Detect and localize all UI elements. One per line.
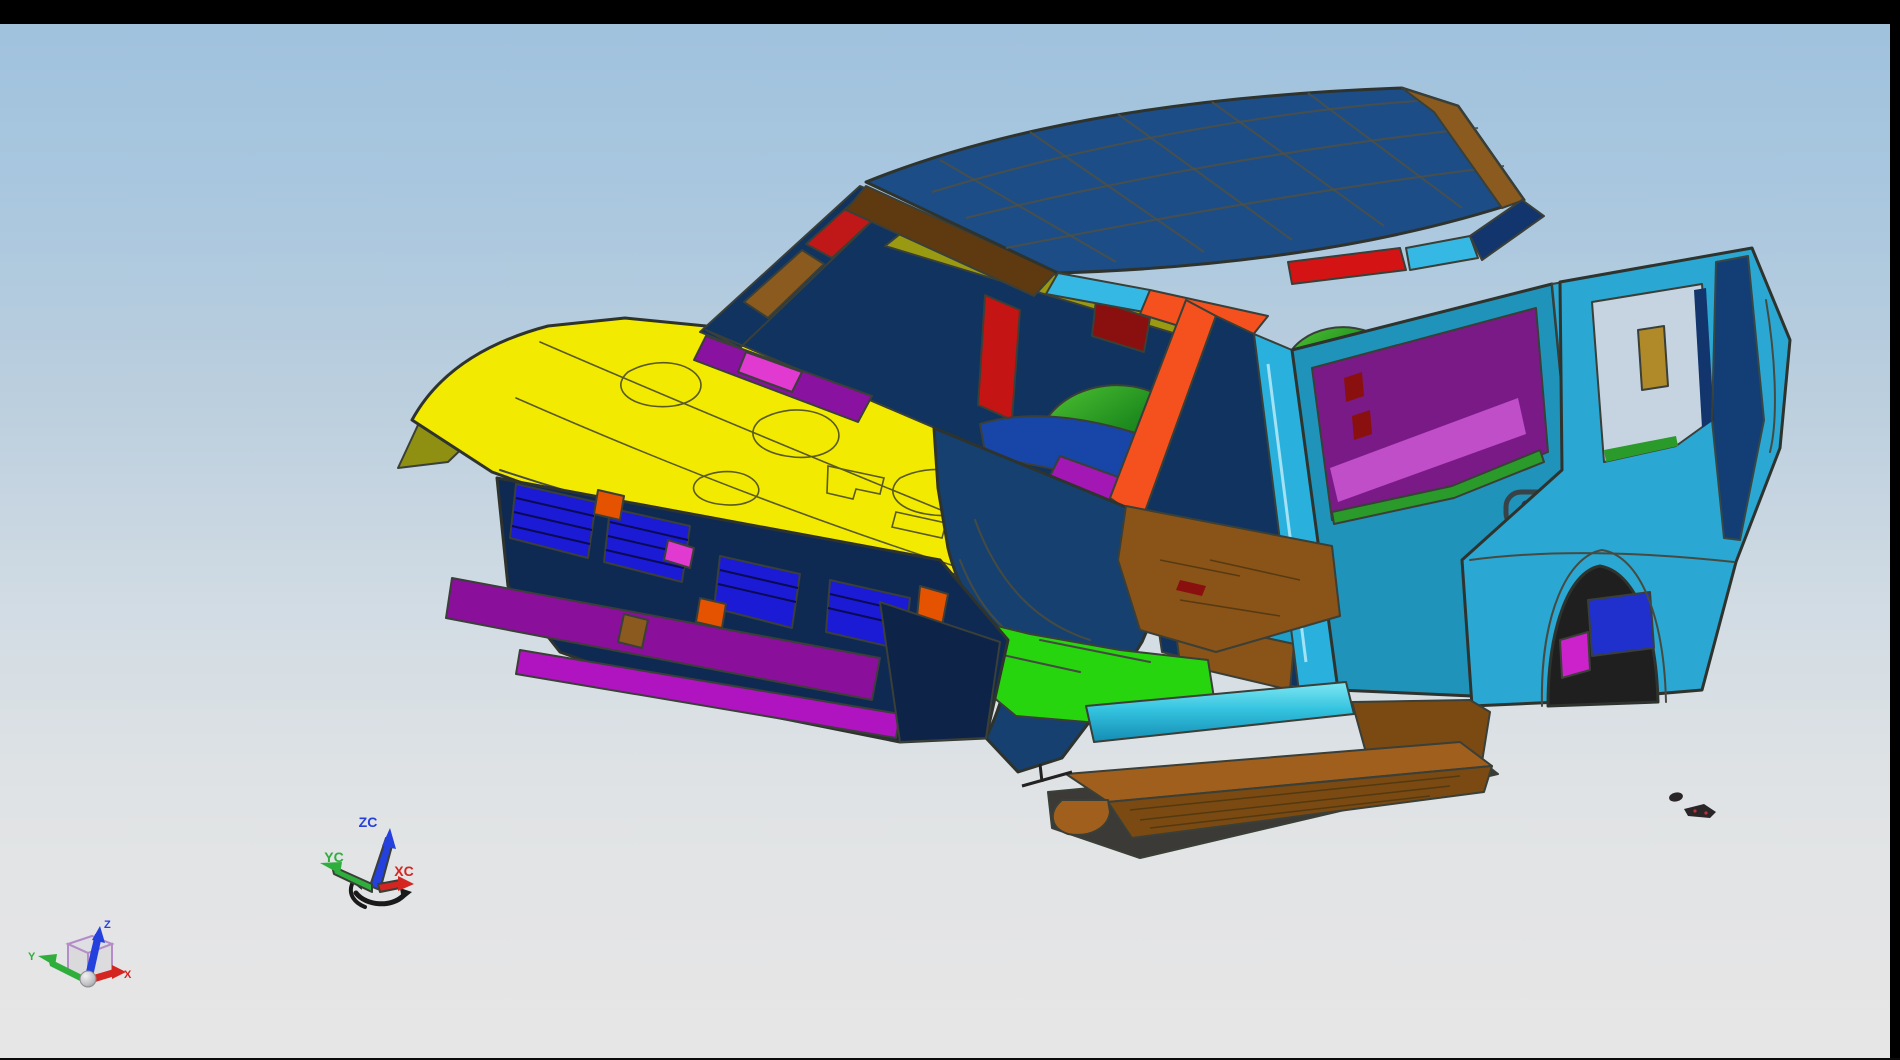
- car-model[interactable]: [398, 88, 1790, 858]
- wcs-z-axis: ZC: [359, 814, 396, 890]
- wcs-x-label: XC: [394, 863, 413, 879]
- view-x-label: X: [124, 969, 132, 981]
- origin-sphere: [80, 971, 96, 987]
- wcs-y-axis: YC: [320, 849, 372, 892]
- debris-fragments[interactable]: [1668, 791, 1716, 818]
- wcs-y-label: YC: [324, 849, 343, 865]
- view-z-label: Z: [104, 919, 111, 931]
- wcs-rotate-handle: [356, 893, 404, 904]
- running-board[interactable]: [1022, 742, 1498, 858]
- view-cube-triad[interactable]: Z Y X: [28, 919, 132, 987]
- wcs-triad[interactable]: ZC YC XC: [320, 814, 414, 907]
- cad-viewport[interactable]: ZC YC XC Z: [0, 0, 1900, 1060]
- wcs-z-label: ZC: [359, 814, 378, 830]
- view-y-label: Y: [28, 951, 36, 963]
